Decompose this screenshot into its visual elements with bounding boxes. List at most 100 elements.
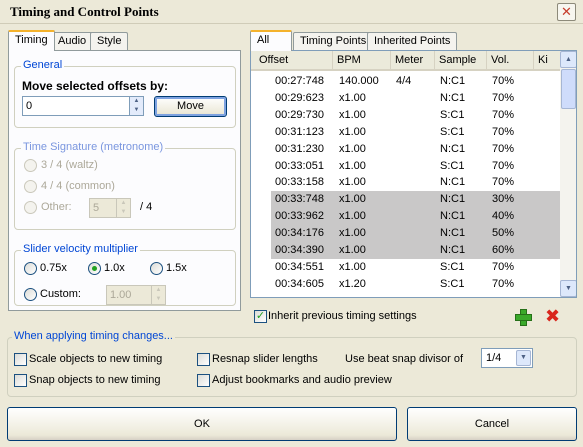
common-label: 4 / 4 (common) — [41, 180, 115, 192]
cell-sample: S:C1 — [440, 260, 465, 273]
cell-sample: N:C1 — [440, 193, 466, 206]
cell-offset: 00:27:748 — [275, 75, 324, 87]
general-title: General — [21, 59, 65, 71]
table-row[interactable]: 00:33:158 x1.00 N:C1 70% — [251, 174, 561, 191]
stepper-up-icon[interactable]: ▲ — [130, 97, 143, 106]
tab-style[interactable]: Style — [90, 32, 129, 51]
col-meter[interactable]: Meter — [391, 51, 435, 70]
apply-changes-title: When applying timing changes... — [12, 330, 175, 342]
close-button[interactable]: ✕ — [557, 3, 576, 21]
table-row[interactable]: 00:34:390 x1.00 N:C1 60% — [251, 242, 561, 259]
scale-objects-checkbox[interactable] — [14, 353, 27, 366]
cell-bpm: x1.00 — [339, 260, 366, 273]
plus-icon[interactable] — [515, 309, 532, 326]
timing-points-table[interactable]: Offset BPM Meter Sample Vol. Ki 00:27:74… — [250, 50, 577, 298]
timing-panel: General Move selected offsets by: ▲ ▼ Mo… — [8, 50, 241, 311]
tab-inherited-points[interactable]: Inherited Points — [367, 32, 458, 51]
divisor-select[interactable]: 1/4 ▼ — [481, 348, 533, 368]
table-row[interactable]: 00:27:748 140.000 4/4 N:C1 70% — [251, 73, 561, 90]
cell-vol: 70% — [492, 277, 515, 290]
tab-audio[interactable]: Audio — [51, 32, 94, 51]
other-stepper[interactable]: ▲ ▼ — [116, 198, 131, 218]
cell-offset: 00:34:390 — [275, 244, 324, 256]
cell-bpm: x1.00 — [339, 142, 366, 155]
stepper-down-icon[interactable]: ▼ — [117, 208, 130, 217]
radio-waltz[interactable] — [24, 159, 37, 172]
time-signature-title: Time Signature (metronome) — [21, 141, 166, 153]
adjust-bookmarks-label: Adjust bookmarks and audio preview — [212, 374, 392, 386]
cell-vol: 70% — [492, 91, 515, 104]
scroll-up-icon[interactable]: ▲ — [560, 51, 576, 68]
table-row[interactable]: 00:33:748 x1.00 N:C1 30% — [251, 191, 561, 209]
cell-bpm: x1.00 — [339, 176, 366, 189]
cell-bpm: x1.00 — [339, 210, 366, 223]
snap-objects-label: Snap objects to new timing — [29, 374, 161, 386]
inherit-checkbox[interactable]: ✓ — [254, 310, 267, 323]
radio-custom[interactable] — [24, 288, 37, 301]
cell-sample: N:C1 — [440, 210, 466, 223]
window-title: Timing and Control Points — [10, 4, 159, 19]
cell-offset: 00:33:051 — [275, 159, 324, 172]
divisor-value: 1/4 — [486, 352, 502, 364]
radio-10x[interactable] — [88, 262, 101, 275]
stepper-down-icon[interactable]: ▼ — [152, 295, 165, 304]
cell-bpm: x1.20 — [339, 277, 366, 290]
other-label: Other: — [41, 201, 72, 213]
cell-meter: 4/4 — [396, 75, 412, 87]
tab-all[interactable]: All — [250, 30, 292, 51]
slider-velocity-title: Slider velocity multiplier — [21, 243, 140, 255]
cell-offset: 00:29:623 — [275, 91, 324, 104]
col-vol[interactable]: Vol. — [487, 51, 534, 70]
tab-timing-points[interactable]: Timing Points — [293, 32, 374, 51]
cell-vol: 30% — [492, 193, 515, 206]
cell-vol: 70% — [492, 176, 515, 189]
table-row[interactable]: 00:34:605 x1.20 S:C1 70% — [251, 276, 561, 293]
custom-label: Custom: — [40, 288, 81, 300]
scroll-down-icon[interactable]: ▼ — [560, 280, 576, 297]
radio-common[interactable] — [24, 180, 37, 193]
cell-sample: S:C1 — [440, 125, 465, 138]
cell-offset: 00:33:962 — [275, 210, 324, 223]
inherit-label: Inherit previous timing settings — [268, 310, 417, 322]
table-row[interactable]: 00:29:623 x1.00 N:C1 70% — [251, 90, 561, 107]
radio-075x[interactable] — [24, 262, 37, 275]
tab-timing[interactable]: Timing — [8, 30, 55, 51]
col-sample[interactable]: Sample — [435, 51, 487, 70]
cell-offset: 00:31:230 — [275, 142, 324, 155]
ok-button[interactable]: OK — [7, 407, 397, 441]
snap-objects-checkbox[interactable] — [14, 374, 27, 387]
table-scrollbar[interactable]: ▲ ▼ — [560, 51, 576, 297]
offset-input[interactable] — [22, 96, 144, 116]
table-row[interactable]: 00:34:176 x1.00 N:C1 50% — [251, 225, 561, 242]
radio-15x[interactable] — [150, 262, 163, 275]
radio-other[interactable] — [24, 201, 37, 214]
table-row[interactable]: 00:31:230 x1.00 N:C1 70% — [251, 141, 561, 158]
cell-vol: 70% — [492, 142, 515, 155]
chevron-down-icon[interactable]: ▼ — [516, 350, 531, 366]
table-row[interactable]: 00:34:551 x1.00 S:C1 70% — [251, 259, 561, 276]
table-row[interactable]: 00:31:123 x1.00 S:C1 70% — [251, 124, 561, 141]
x-icon[interactable]: ✖ — [545, 306, 560, 327]
table-row[interactable]: 00:33:962 x1.00 N:C1 40% — [251, 208, 561, 226]
table-row[interactable]: 00:29:730 x1.00 S:C1 70% — [251, 107, 561, 124]
table-row[interactable]: 00:33:051 x1.00 S:C1 70% — [251, 158, 561, 175]
col-bpm[interactable]: BPM — [333, 51, 391, 70]
col-kiai[interactable]: Ki — [534, 51, 561, 70]
offset-stepper[interactable]: ▲ ▼ — [129, 96, 144, 116]
stepper-down-icon[interactable]: ▼ — [130, 106, 143, 115]
stepper-up-icon[interactable]: ▲ — [152, 286, 165, 295]
cell-vol: 70% — [492, 108, 515, 121]
cell-bpm: x1.00 — [339, 244, 366, 256]
stepper-up-icon[interactable]: ▲ — [117, 199, 130, 208]
move-button[interactable]: Move — [154, 96, 227, 117]
custom-velocity-stepper[interactable]: ▲ ▼ — [151, 285, 166, 305]
resnap-slider-checkbox[interactable] — [197, 353, 210, 366]
cancel-button[interactable]: Cancel — [407, 407, 577, 441]
divisor-label: Use beat snap divisor of — [345, 353, 464, 365]
adjust-bookmarks-checkbox[interactable] — [197, 374, 210, 387]
opt-15x-label: 1.5x — [166, 262, 187, 274]
col-offset[interactable]: Offset — [251, 51, 333, 70]
scroll-thumb[interactable] — [561, 69, 576, 109]
cell-sample: N:C1 — [440, 91, 466, 104]
cell-vol: 70% — [492, 260, 515, 273]
